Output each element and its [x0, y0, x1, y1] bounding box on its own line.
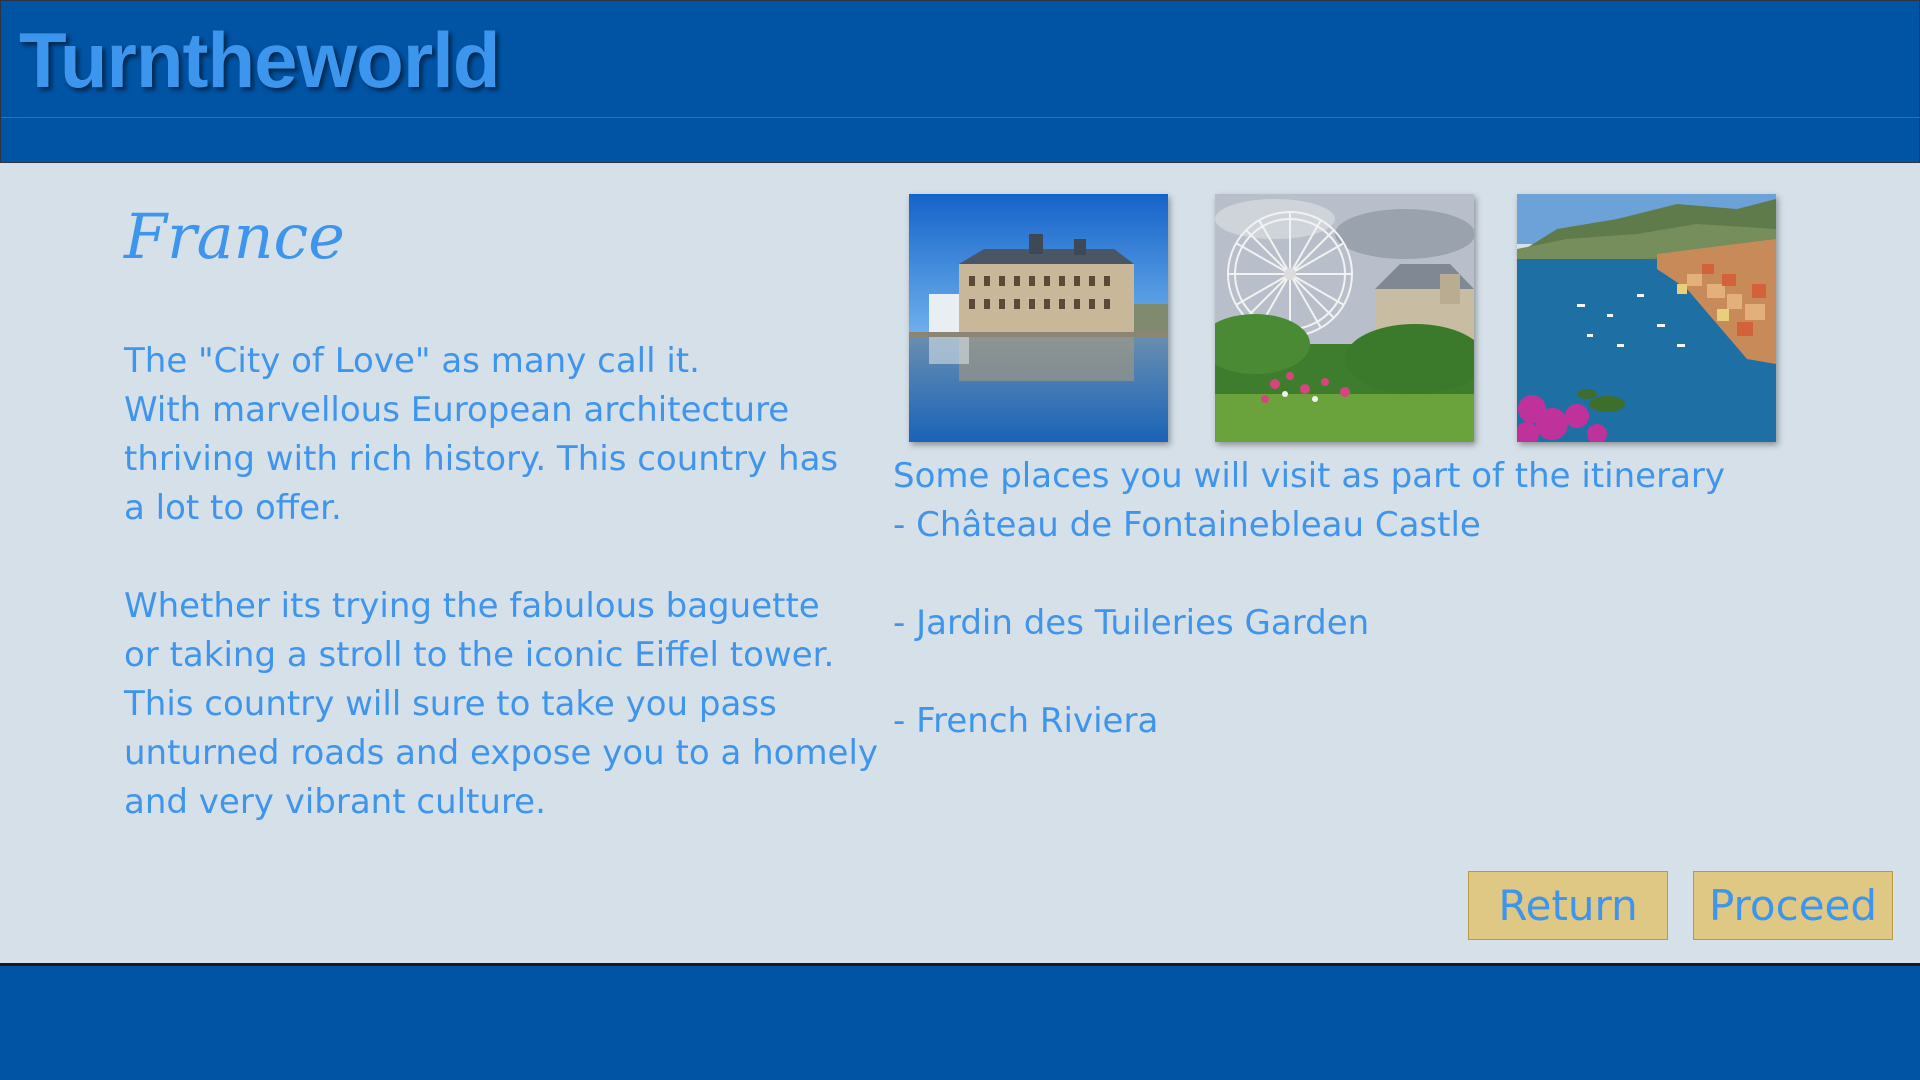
- footer-bar: [0, 963, 1920, 1080]
- riviera-coast-photo: [1517, 194, 1776, 442]
- detail-line: or taking a stroll to the iconic Eiffel …: [124, 635, 835, 675]
- proceed-button[interactable]: Proceed: [1693, 871, 1893, 940]
- header-bar: Turntheworld: [0, 0, 1920, 163]
- intro-line: The "City of Love" as many call it.: [124, 341, 700, 381]
- itinerary-item: - French Riviera: [893, 701, 1159, 741]
- itinerary-list: Some places you will visit as part of th…: [893, 452, 1725, 746]
- brand-logo-text: Turntheworld: [19, 16, 500, 104]
- header-divider: [1, 117, 1920, 118]
- detail-line: unturned roads and expose you to a homel…: [124, 733, 879, 773]
- chateau-photo: [909, 194, 1168, 442]
- intro-line: With marvellous European architecture: [124, 390, 790, 430]
- intro-line: thriving with rich history. This country…: [124, 439, 839, 479]
- detail-line: Whether its trying the fabulous baguette: [124, 586, 820, 626]
- detail-line: This country will sure to take you pass: [124, 684, 777, 724]
- itinerary-item: - Château de Fontainebleau Castle: [893, 505, 1481, 545]
- return-button[interactable]: Return: [1468, 871, 1668, 940]
- intro-line: a lot to offer.: [124, 488, 342, 528]
- detail-paragraph: Whether its trying the fabulous baguette…: [124, 582, 878, 827]
- ferris-wheel-garden-photo: [1215, 194, 1474, 442]
- page-title: France: [124, 200, 345, 273]
- intro-paragraph: The "City of Love" as many call it. With…: [124, 337, 838, 533]
- itinerary-spacer: [893, 550, 1725, 599]
- itinerary-spacer: [893, 648, 1725, 697]
- itinerary-item: - Jardin des Tuileries Garden: [893, 603, 1370, 643]
- detail-line: and very vibrant culture.: [124, 782, 546, 822]
- itinerary-heading: Some places you will visit as part of th…: [893, 456, 1726, 496]
